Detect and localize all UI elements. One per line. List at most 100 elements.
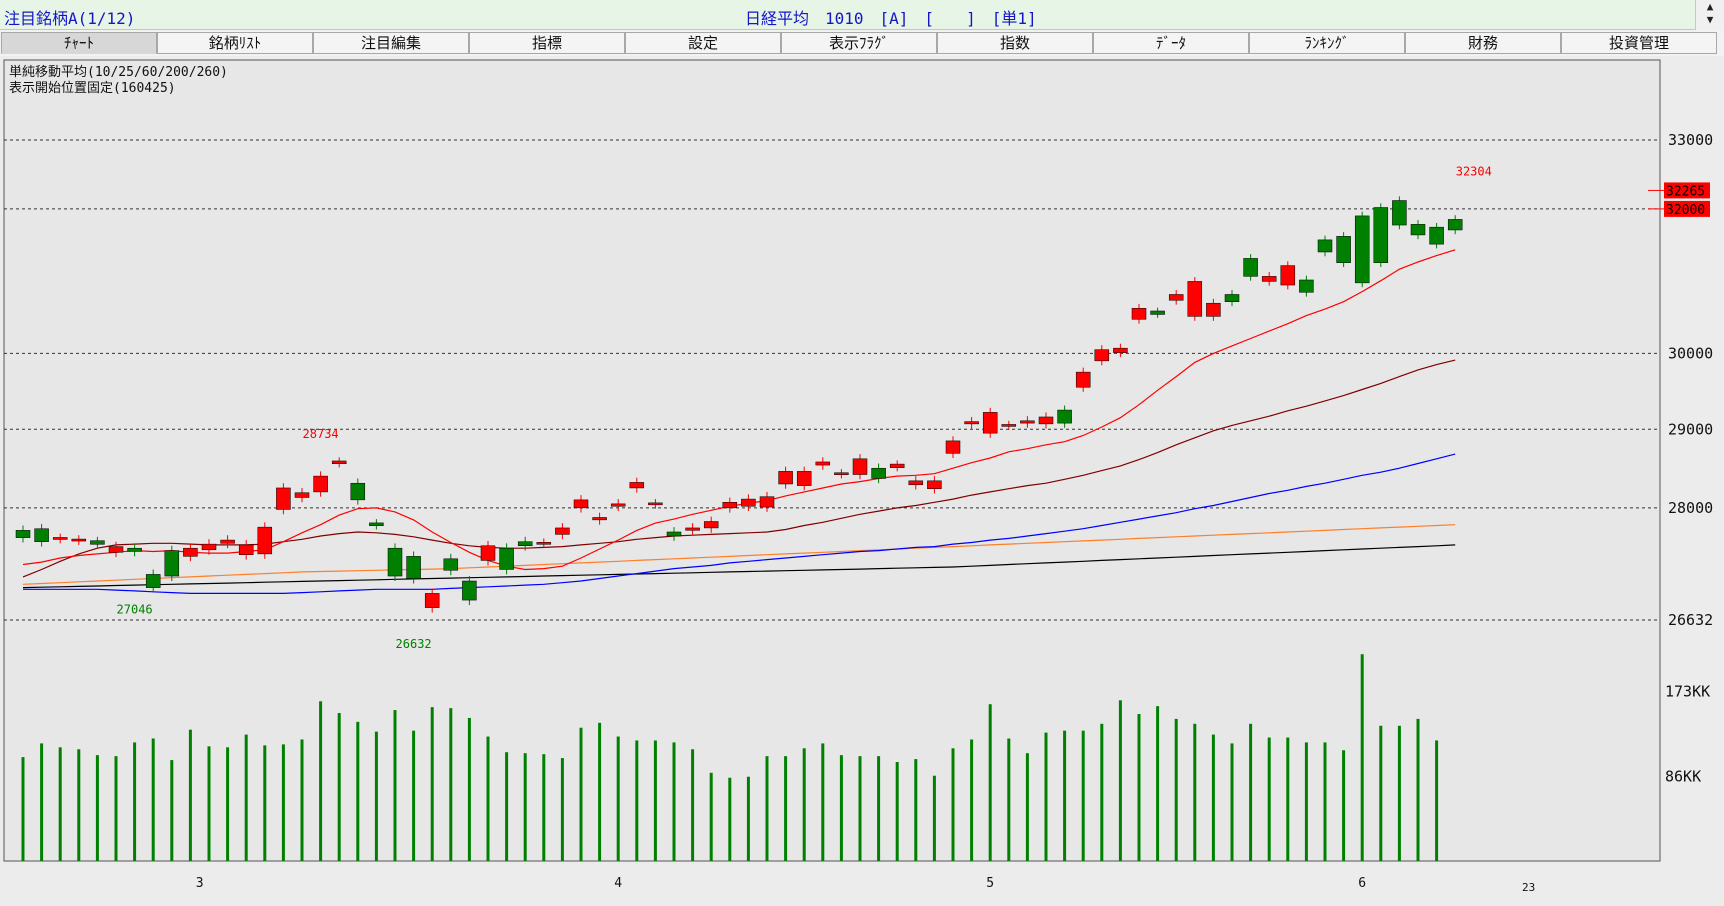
candle-body-55 [1038, 416, 1054, 425]
tab-9[interactable]: 財務 [1405, 32, 1561, 54]
candle-body-14 [276, 487, 291, 510]
volume-bar-46 [877, 756, 881, 861]
candle-body-42 [796, 471, 812, 486]
candle-body-72 [1354, 215, 1370, 284]
volume-bar-66 [1249, 723, 1253, 861]
volume-bar-48 [914, 759, 918, 861]
candle-body-34 [648, 502, 663, 506]
candle-body-45 [852, 458, 868, 475]
volume-bar-18 [356, 721, 360, 861]
tab-8[interactable]: ﾗﾝｷﾝｸﾞ [1249, 32, 1405, 54]
tab-10[interactable]: 投資管理 [1561, 32, 1717, 54]
candle-body-52 [982, 412, 998, 434]
candle-body-15 [294, 492, 310, 498]
scroll-up-icon[interactable]: ▲ [1696, 0, 1724, 13]
candle-body-35 [666, 531, 682, 537]
volume-bar-22 [430, 707, 434, 861]
tab-1[interactable]: 銘柄ﾘｽﾄ [157, 32, 313, 54]
volume-bar-69 [1304, 742, 1308, 861]
candle-body-37 [703, 521, 719, 529]
candle-body-47 [889, 463, 905, 468]
volume-bar-9 [188, 729, 192, 861]
candle-body-32 [610, 503, 626, 507]
tab-6[interactable]: 指数 [937, 32, 1093, 54]
volume-bar-27 [523, 753, 527, 861]
candle-body-26 [499, 547, 514, 570]
candle-body-64 [1206, 302, 1221, 317]
volume-bar-65 [1230, 743, 1234, 861]
watchlist-title: 注目銘柄A(1/12) [4, 9, 136, 28]
candle-body-71 [1336, 236, 1351, 263]
candle-body-77 [1447, 219, 1463, 231]
volume-bar-14 [281, 744, 285, 861]
candle-body-61 [1150, 310, 1165, 315]
candle-body-19 [369, 522, 384, 526]
candle-body-75 [1410, 224, 1426, 236]
candle-body-17 [331, 460, 347, 464]
volume-bar-28 [542, 754, 546, 861]
candle-body-1 [34, 528, 49, 542]
candle-body-76 [1429, 226, 1444, 245]
list-scroller[interactable]: ▲ ▼ [1695, 0, 1724, 30]
price-marker-label-1: 32000 [1666, 203, 1705, 218]
instrument-title: 日経平均 1010 [A] [ ] [単1] [745, 9, 1037, 28]
tab-4[interactable]: 設定 [625, 32, 781, 54]
candle-body-73 [1373, 207, 1389, 263]
candle-body-63 [1187, 281, 1203, 317]
volume-bar-8 [170, 760, 174, 861]
volume-bar-45 [858, 756, 862, 861]
candle-body-9 [183, 547, 198, 557]
volume-bar-42 [802, 748, 806, 861]
candle-body-74 [1392, 200, 1407, 226]
volume-tick-label: 173KK [1665, 682, 1710, 700]
candle-body-12 [238, 544, 254, 555]
volume-bar-59 [1118, 700, 1122, 861]
volume-bar-62 [1174, 718, 1178, 861]
volume-bar-64 [1211, 734, 1215, 861]
volume-bar-67 [1267, 737, 1271, 861]
tab-2[interactable]: 注目編集 [313, 32, 469, 54]
tab-3[interactable]: 指標 [469, 32, 625, 54]
candle-body-7 [145, 574, 161, 588]
plot-area [3, 59, 1661, 862]
candle-body-58 [1094, 349, 1110, 362]
volume-bar-72 [1360, 654, 1364, 861]
scroll-down-icon[interactable]: ▼ [1696, 13, 1724, 26]
tab-7[interactable]: ﾃﾞｰﾀ [1093, 32, 1249, 54]
candle-body-69 [1299, 279, 1314, 293]
volume-tick-label: 86KK [1665, 768, 1701, 786]
candle-body-31 [592, 517, 607, 521]
candle-body-22 [424, 593, 440, 608]
candle-body-65 [1224, 294, 1240, 302]
volume-bar-15 [300, 739, 304, 861]
tab-0[interactable]: ﾁｬｰﾄ [1, 32, 157, 54]
volume-bar-25 [486, 736, 490, 861]
candle-body-28 [536, 542, 552, 545]
volume-bar-70 [1323, 742, 1327, 861]
volume-bar-31 [598, 722, 602, 861]
candle-body-2 [52, 537, 68, 540]
volume-bar-24 [467, 717, 471, 861]
tab-5[interactable]: 表示ﾌﾗｸﾞ [781, 32, 937, 54]
volume-bar-0 [21, 757, 25, 861]
price-tick-label: 26632 [1668, 611, 1713, 629]
candle-body-46 [871, 467, 886, 479]
volume-bar-49 [932, 775, 936, 861]
candle-body-11 [220, 539, 235, 544]
candle-body-41 [778, 471, 793, 485]
candle-body-16 [313, 475, 328, 493]
candle-body-44 [834, 472, 849, 475]
volume-bar-55 [1044, 732, 1048, 861]
indicator-label: 単純移動平均(10/25/60/200/260) [9, 64, 228, 80]
volume-bar-68 [1286, 737, 1290, 861]
candle-body-13 [257, 526, 273, 555]
candle-body-70 [1317, 239, 1333, 253]
candle-body-60 [1131, 308, 1147, 320]
volume-bar-20 [393, 710, 397, 861]
volume-bar-17 [337, 713, 341, 861]
volume-bar-30 [579, 727, 583, 861]
volume-bar-71 [1342, 750, 1346, 861]
volume-bar-36 [691, 749, 695, 861]
volume-bar-76 [1435, 740, 1439, 861]
volume-bar-74 [1397, 725, 1401, 861]
